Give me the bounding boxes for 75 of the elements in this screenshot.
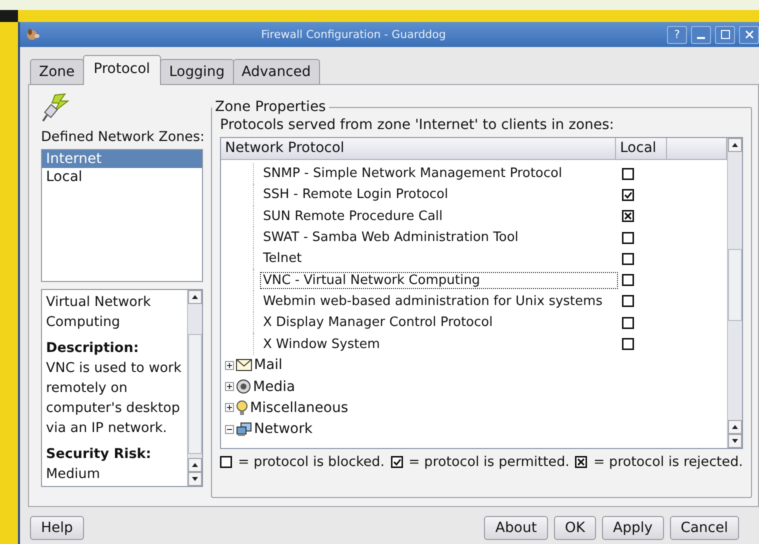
- close-icon: [744, 30, 754, 39]
- scrollbar-thumb[interactable]: [728, 249, 742, 321]
- close-button[interactable]: [739, 26, 759, 44]
- up-arrow-icon: [732, 425, 738, 429]
- up-arrow-icon: [732, 143, 738, 147]
- minimize-button[interactable]: [691, 26, 711, 44]
- computers-icon: [236, 422, 252, 437]
- expand-icon[interactable]: [225, 403, 234, 412]
- category-name[interactable]: Media: [253, 378, 296, 395]
- protocol-name[interactable]: Telnet: [260, 250, 618, 268]
- expand-icon[interactable]: [225, 360, 234, 370]
- lightbulb-icon: [236, 400, 248, 416]
- legend-text: = protocol is blocked.: [238, 454, 385, 470]
- help-button[interactable]: ?: [667, 26, 687, 44]
- risk-value: Medium: [46, 465, 101, 484]
- maximize-icon: [720, 30, 730, 39]
- empty-checkbox[interactable]: [622, 252, 634, 265]
- down-arrow-icon: [732, 439, 738, 443]
- corner-mark: [0, 10, 18, 22]
- tab[interactable]: Zone: [30, 59, 84, 85]
- expand-icon[interactable]: [225, 382, 234, 392]
- scrollbar-thumb[interactable]: [188, 334, 202, 454]
- help-button[interactable]: Help: [30, 516, 84, 540]
- protocol-title: Virtual Network Computing: [46, 293, 152, 332]
- category-name[interactable]: Miscellaneous: [250, 400, 348, 416]
- minimize-icon: [697, 36, 705, 38]
- scrollbar[interactable]: [187, 290, 202, 486]
- dialog-button[interactable]: OK: [554, 516, 596, 540]
- legend-text: = protocol is rejected.: [593, 454, 743, 470]
- empty-checkbox[interactable]: [622, 338, 634, 350]
- empty-checkbox[interactable]: [622, 232, 634, 244]
- protocol-name[interactable]: SNMP - Simple Network Management Protocol: [260, 165, 618, 182]
- zones-label: Defined Network Zones:: [41, 129, 203, 145]
- dog-icon: [26, 28, 40, 41]
- checked-checkbox[interactable]: [622, 188, 634, 201]
- zone-item[interactable]: Local: [42, 168, 202, 186]
- legend-text: = protocol is permitted.: [408, 454, 570, 470]
- empty-checkbox[interactable]: [622, 168, 634, 180]
- protocols-caption: Protocols served from zone 'Internet' to clients in zones:: [220, 117, 616, 133]
- zone-item[interactable]: Internet: [42, 150, 202, 168]
- category-name[interactable]: Network: [254, 421, 312, 438]
- empty-checkbox[interactable]: [622, 274, 634, 286]
- up-arrow-icon: [192, 463, 198, 467]
- down-arrow-icon: [192, 477, 198, 481]
- scrollbar[interactable]: [726, 138, 742, 448]
- crossed-checkbox[interactable]: [622, 210, 634, 222]
- protocol-name[interactable]: SSH - Remote Login Protocol: [260, 186, 618, 204]
- description-text: VNC is used to work remotely on computer's desktop via an IP network.: [46, 359, 182, 438]
- window-title: Firewall Configuration - Guarddog: [260, 28, 447, 41]
- risk-label: Security Risk:: [46, 445, 152, 464]
- dialog-button[interactable]: About: [484, 516, 548, 540]
- dialog-button[interactable]: Cancel: [670, 516, 739, 540]
- protocol-name[interactable]: SUN Remote Procedure Call: [260, 208, 618, 225]
- empty-checkbox[interactable]: [622, 316, 634, 329]
- protocol-name[interactable]: X Window System: [260, 336, 618, 353]
- envelope-icon: [236, 359, 252, 372]
- collapse-icon[interactable]: [225, 424, 234, 434]
- column-header[interactable]: Network Protocol: [221, 138, 616, 159]
- tab[interactable]: Advanced: [232, 59, 320, 85]
- plug-icon: [41, 93, 71, 123]
- speaker-icon: [236, 379, 251, 394]
- protocol-name[interactable]: X Display Manager Control Protocol: [260, 314, 618, 332]
- protocol-name[interactable]: VNC - Virtual Network Computing: [260, 272, 618, 289]
- empty-checkbox[interactable]: [622, 295, 634, 308]
- protocol-name[interactable]: SWAT - Samba Web Administration Tool: [260, 229, 618, 246]
- column-header[interactable]: Local: [616, 138, 667, 159]
- protocol-name[interactable]: Webmin web-based administration for Unix systems: [260, 292, 618, 310]
- description-label: Description:: [46, 339, 140, 358]
- tab[interactable]: Protocol: [82, 55, 162, 85]
- up-arrow-icon: [192, 295, 198, 299]
- tab[interactable]: Logging: [160, 59, 234, 85]
- dialog-button[interactable]: Apply: [602, 516, 664, 540]
- group-title: Zone Properties: [214, 99, 327, 115]
- maximize-button[interactable]: [715, 26, 735, 44]
- category-name[interactable]: Mail: [254, 357, 282, 374]
